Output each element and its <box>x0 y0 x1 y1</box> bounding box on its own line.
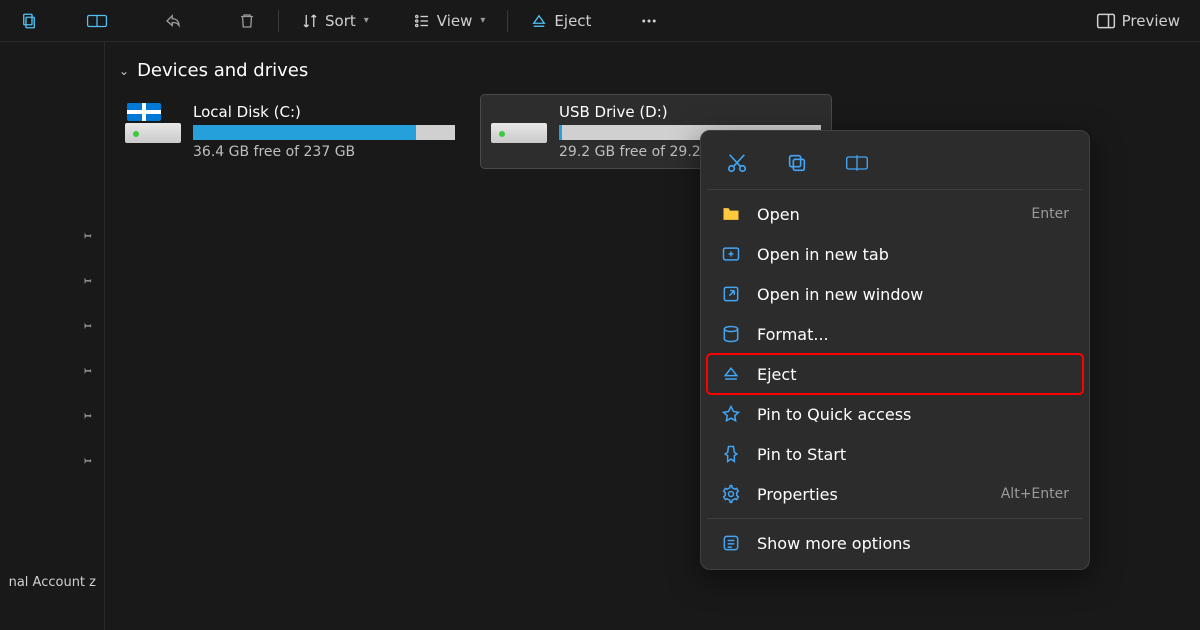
context-menu-open-window[interactable]: Open in new window <box>707 274 1083 314</box>
menu-label: Properties <box>757 485 985 504</box>
rename-icon[interactable] <box>841 147 873 179</box>
more-options-icon <box>721 533 741 553</box>
section-header-devices[interactable]: ⌄ Devices and drives <box>119 60 1190 81</box>
sidebar-pinned-item[interactable] <box>0 302 104 347</box>
eject-label: Eject <box>554 12 591 30</box>
pin-icon <box>80 408 94 422</box>
menu-shortcut: Alt+Enter <box>1001 486 1069 502</box>
pin-icon <box>80 228 94 242</box>
pin-icon <box>80 318 94 332</box>
sidebar-pinned-item[interactable] <box>0 257 104 302</box>
toolbar-separator <box>507 10 508 32</box>
view-dropdown[interactable]: View ▾ <box>405 8 494 34</box>
pin-start-icon <box>721 444 741 464</box>
menu-shortcut: Enter <box>1031 206 1069 222</box>
drive-usage-bar <box>193 125 455 140</box>
context-menu-properties[interactable]: Properties Alt+Enter <box>707 474 1083 514</box>
sidebar: nal Account z <box>0 42 105 630</box>
context-menu-separator <box>707 518 1083 519</box>
sort-dropdown[interactable]: Sort ▾ <box>293 8 377 34</box>
menu-label: Eject <box>757 365 1069 384</box>
context-menu-icon-row <box>707 137 1083 185</box>
chevron-down-icon: ▾ <box>480 15 485 26</box>
cut-icon[interactable] <box>721 147 753 179</box>
menu-label: Show more options <box>757 534 1069 553</box>
chevron-down-icon: ▾ <box>364 15 369 26</box>
pin-icon <box>721 404 741 424</box>
toolbar: Sort ▾ View ▾ Eject Preview <box>0 0 1200 42</box>
more-button[interactable] <box>631 8 667 34</box>
chevron-down-icon: ⌄ <box>119 64 129 78</box>
format-icon <box>721 324 741 344</box>
copy-path-button[interactable] <box>78 8 116 34</box>
drive-title: USB Drive (D:) <box>559 103 821 121</box>
context-menu-format[interactable]: Format... <box>707 314 1083 354</box>
menu-label: Open <box>757 205 1015 224</box>
drive-title: Local Disk (C:) <box>193 103 455 121</box>
menu-label: Pin to Start <box>757 445 1069 464</box>
preview-toggle[interactable]: Preview <box>1088 8 1188 34</box>
new-item-button[interactable] <box>12 8 46 34</box>
drive-subtitle: 36.4 GB free of 237 GB <box>193 144 455 160</box>
properties-icon <box>721 484 741 504</box>
new-window-icon <box>721 284 741 304</box>
sidebar-pinned-item[interactable] <box>0 437 104 482</box>
eject-button[interactable]: Eject <box>522 8 599 34</box>
pin-icon <box>80 453 94 467</box>
eject-icon <box>721 364 741 384</box>
context-menu-eject[interactable]: Eject <box>707 354 1083 394</box>
context-menu-pin-start[interactable]: Pin to Start <box>707 434 1083 474</box>
view-label: View <box>437 12 473 30</box>
menu-label: Format... <box>757 325 1069 344</box>
drive-item-local-c[interactable]: Local Disk (C:) 36.4 GB free of 237 GB <box>115 95 465 168</box>
drive-icon-usb <box>491 103 547 143</box>
delete-button[interactable] <box>230 8 264 34</box>
sidebar-pinned-item[interactable] <box>0 392 104 437</box>
sort-label: Sort <box>325 12 356 30</box>
toolbar-separator <box>278 10 279 32</box>
drive-icon-local <box>125 103 181 143</box>
sidebar-pinned-item[interactable] <box>0 347 104 392</box>
context-menu: Open Enter Open in new tab Open in new w… <box>700 130 1090 570</box>
preview-label: Preview <box>1122 12 1180 30</box>
menu-label: Open in new window <box>757 285 1069 304</box>
sidebar-pinned-item[interactable] <box>0 212 104 257</box>
context-menu-open[interactable]: Open Enter <box>707 194 1083 234</box>
menu-label: Pin to Quick access <box>757 405 1069 424</box>
sidebar-account-label[interactable]: nal Account z <box>0 563 104 630</box>
pin-icon <box>80 363 94 377</box>
section-title: Devices and drives <box>137 60 308 81</box>
context-menu-more-options[interactable]: Show more options <box>707 523 1083 563</box>
share-button[interactable] <box>156 8 190 34</box>
context-menu-open-tab[interactable]: Open in new tab <box>707 234 1083 274</box>
context-menu-pin-quick[interactable]: Pin to Quick access <box>707 394 1083 434</box>
context-menu-separator <box>707 189 1083 190</box>
menu-label: Open in new tab <box>757 245 1069 264</box>
folder-icon <box>721 204 741 224</box>
pin-icon <box>80 273 94 287</box>
copy-icon[interactable] <box>781 147 813 179</box>
new-tab-icon <box>721 244 741 264</box>
